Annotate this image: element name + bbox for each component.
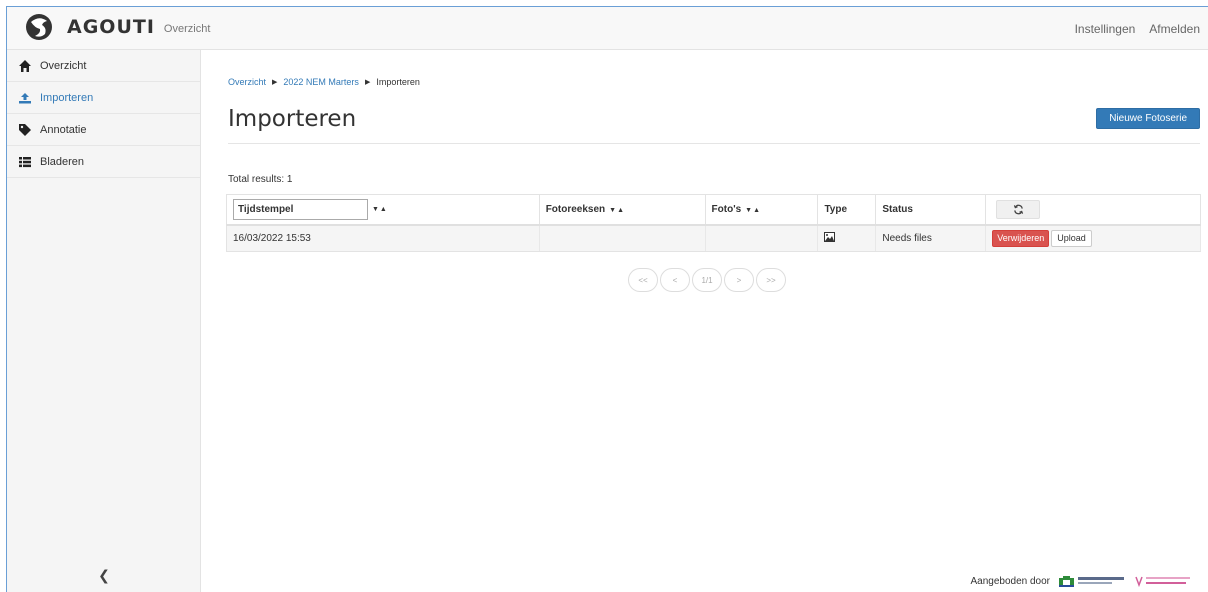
breadcrumb-project[interactable]: 2022 NEM Marters xyxy=(283,77,359,87)
column-label: Foto's xyxy=(711,203,742,215)
cell-timestamp: 16/03/2022 15:53 xyxy=(226,224,540,252)
top-navbar: AGOUTI Overzicht Instellingen Afmelden xyxy=(7,7,1208,50)
total-results: Total results: 1 xyxy=(228,174,293,185)
prev-page-button[interactable]: < xyxy=(660,268,690,292)
sidebar-item-overzicht[interactable]: Overzicht xyxy=(7,50,200,82)
sidebar: Overzicht Importeren Annotatie Bladeren xyxy=(7,50,201,592)
page-title: Importeren xyxy=(228,106,357,132)
main-content: Overzicht ▶ 2022 NEM Marters ▶ Importere… xyxy=(202,50,1208,592)
column-header-type: Type xyxy=(817,194,877,226)
brand-subtitle: Overzicht xyxy=(163,22,211,35)
new-photo-series-button[interactable]: Nieuwe Fotoserie xyxy=(1096,108,1200,129)
cell-fotos xyxy=(705,224,819,252)
upload-button[interactable]: Upload xyxy=(1051,229,1092,247)
brand-name: AGOUTI xyxy=(67,16,155,38)
breadcrumb-current: Importeren xyxy=(376,77,420,87)
brand[interactable]: AGOUTI Overzicht xyxy=(25,13,210,41)
top-nav-links: Instellingen Afmelden xyxy=(1075,22,1200,36)
image-icon xyxy=(824,231,836,242)
list-icon xyxy=(19,156,31,167)
sidebar-item-label: Bladeren xyxy=(40,155,85,168)
column-header-fotos[interactable]: Foto's ▼▲ xyxy=(705,194,819,226)
refresh-button[interactable] xyxy=(996,199,1041,219)
inbo-logo[interactable] xyxy=(1134,574,1194,588)
column-label: Fotoreeksen xyxy=(545,203,606,215)
column-header-timestamp: ▼▲ xyxy=(226,194,540,226)
cell-status: Needs files xyxy=(875,224,987,252)
column-header-status: Status xyxy=(875,194,987,226)
sort-icon[interactable]: ▼▲ xyxy=(745,207,761,214)
column-header-actions xyxy=(985,194,1201,226)
home-icon xyxy=(19,59,31,72)
tag-icon xyxy=(19,123,31,136)
footer-label: Aangeboden door xyxy=(970,575,1050,587)
footer: Aangeboden door xyxy=(970,574,1194,588)
sidebar-item-importeren[interactable]: Importeren xyxy=(7,82,200,114)
cell-fotoreeksen xyxy=(539,224,706,252)
breadcrumb: Overzicht ▶ 2022 NEM Marters ▶ Importere… xyxy=(228,77,420,87)
app-window: AGOUTI Overzicht Instellingen Afmelden O… xyxy=(6,6,1208,592)
cell-actions: Verwijderen Upload xyxy=(985,224,1201,252)
title-divider xyxy=(228,143,1200,144)
page-indicator: 1/1 xyxy=(692,268,722,292)
refresh-icon xyxy=(1013,204,1023,215)
caret-right-icon: ▶ xyxy=(272,79,278,86)
last-page-button[interactable]: >> xyxy=(756,268,786,292)
first-page-button[interactable]: << xyxy=(628,268,658,292)
delete-button[interactable]: Verwijderen xyxy=(992,229,1050,247)
sidebar-item-label: Annotatie xyxy=(40,123,87,136)
breadcrumb-overzicht[interactable]: Overzicht xyxy=(228,77,266,87)
imports-table: ▼▲ Fotoreeksen▼▲ Foto's▼▲ Type Status xyxy=(226,194,1201,252)
sidebar-collapse-button[interactable]: ❮ xyxy=(7,567,201,584)
wageningen-logo[interactable] xyxy=(1058,574,1126,588)
logout-link[interactable]: Afmelden xyxy=(1149,22,1200,36)
agouti-logo-icon xyxy=(26,14,52,40)
upload-icon xyxy=(19,92,31,103)
chevron-left-icon: ❮ xyxy=(98,567,110,583)
settings-link[interactable]: Instellingen xyxy=(1075,22,1136,36)
sidebar-item-label: Overzicht xyxy=(40,59,87,72)
table-header-row: ▼▲ Fotoreeksen▼▲ Foto's▼▲ Type Status xyxy=(226,194,1201,226)
next-page-button[interactable]: > xyxy=(724,268,754,292)
column-header-fotoreeksen[interactable]: Fotoreeksen ▼▲ xyxy=(539,194,706,226)
table-row[interactable]: 16/03/2022 15:53 Needs files Verwijderen… xyxy=(226,224,1201,252)
cell-type xyxy=(817,224,877,252)
sidebar-item-bladeren[interactable]: Bladeren xyxy=(7,146,200,178)
sort-icon[interactable]: ▼▲ xyxy=(609,207,625,214)
timestamp-filter-input[interactable] xyxy=(233,198,368,220)
caret-right-icon: ▶ xyxy=(364,79,371,86)
sort-icon[interactable]: ▼▲ xyxy=(372,206,388,213)
sidebar-item-label: Importeren xyxy=(40,91,94,104)
sidebar-item-annotatie[interactable]: Annotatie xyxy=(7,114,200,146)
pagination: << < 1/1 > >> xyxy=(628,268,786,292)
